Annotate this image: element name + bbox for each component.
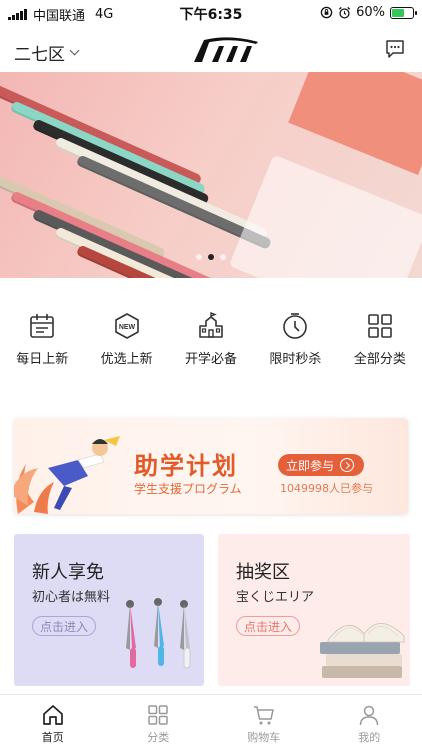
tab-profile[interactable]: 我的 [317, 695, 422, 750]
tab-label: 购物车 [247, 731, 281, 744]
category-label: 全部分类 [353, 352, 406, 367]
newcomer-free-card[interactable]: 新人享免 初心者は無料 点击进入 [14, 534, 204, 686]
category-selected-new[interactable]: NEW 优选上新 [84, 312, 168, 372]
category-shortcuts: 每日上新 NEW 优选上新 开学必备 限时秒杀 全部分类 [0, 312, 422, 372]
tab-cart[interactable]: 购物车 [211, 695, 317, 750]
study-plan-banner[interactable]: 助学计划 学生支援プログラム 立即参与 1049998人已参与 [14, 418, 408, 514]
rotation-lock-icon [320, 6, 333, 19]
join-now-label: 立即参与 [286, 458, 335, 473]
category-label: 限时秒杀 [269, 352, 322, 367]
books-image [320, 623, 405, 678]
grid-icon [368, 314, 392, 338]
home-screen: 中国联通 4G 下午6:35 60% 二七区 每日上新 NEW 优选上新 开学必… [0, 0, 422, 750]
status-right: 60% [320, 5, 417, 20]
category-school-essentials[interactable]: 开学必备 [169, 312, 253, 372]
card-title: 新人享免 [32, 562, 104, 583]
category-all[interactable]: 全部分类 [338, 312, 422, 372]
battery-icon [390, 6, 417, 19]
home-icon [42, 705, 63, 725]
category-label: 开学必备 [185, 352, 238, 367]
category-label: 每日上新 [16, 352, 69, 367]
join-now-button[interactable]: 立即参与 [278, 454, 364, 476]
category-daily-new[interactable]: 每日上新 [0, 312, 84, 372]
carousel-dot[interactable] [196, 254, 202, 260]
tab-label: 我的 [358, 731, 381, 744]
participant-count: 1049998人已参与 [280, 482, 373, 495]
battery-percent: 60% [356, 5, 385, 20]
new-badge-icon: NEW [114, 313, 139, 339]
card-subtitle: 初心者は無料 [32, 590, 111, 605]
tab-label: 分类 [147, 731, 170, 744]
calendar-icon [30, 314, 55, 338]
card-title: 抽奖区 [236, 562, 290, 583]
location-label: 二七区 [14, 45, 65, 65]
tab-category[interactable]: 分类 [106, 695, 212, 750]
carousel-dot[interactable] [220, 254, 226, 260]
lottery-card[interactable]: 抽奖区 宝くじエリア 点击进入 [218, 534, 410, 686]
carousel-dot[interactable] [208, 254, 214, 260]
card-subtitle: 宝くじエリア [236, 590, 315, 605]
enter-button[interactable]: 点击进入 [32, 616, 96, 636]
app-header: 二七区 [0, 26, 422, 72]
bottom-tab-bar: 首页 分类 购物车 我的 [0, 694, 422, 750]
category-label: 优选上新 [100, 352, 153, 367]
category-flash-sale[interactable]: 限时秒杀 [253, 312, 337, 372]
status-bar: 中国联通 4G 下午6:35 60% [0, 0, 422, 26]
arrow-right-circle-icon [340, 458, 355, 472]
brand-logo [194, 37, 258, 62]
promo-banner-carousel[interactable] [0, 72, 422, 278]
alarm-icon [339, 6, 351, 19]
study-plan-subtitle: 学生支援プログラム [134, 482, 242, 496]
svg-text:NEW: NEW [118, 324, 135, 331]
carousel-indicator [0, 254, 422, 260]
user-icon [360, 705, 379, 726]
banner-product-box [288, 72, 422, 175]
tab-label: 首页 [41, 731, 64, 744]
compass-product-image [126, 598, 191, 669]
chevron-down-icon [69, 45, 80, 56]
category-grid-icon [148, 705, 168, 725]
location-selector[interactable]: 二七区 [14, 40, 80, 65]
timer-icon [283, 313, 308, 339]
chat-bubble-icon[interactable] [384, 38, 406, 60]
student-illustration [14, 436, 120, 514]
tab-home[interactable]: 首页 [0, 695, 106, 750]
study-plan-title: 助学计划 [134, 452, 238, 480]
school-icon [199, 312, 223, 338]
enter-button[interactable]: 点击进入 [236, 616, 300, 636]
cart-icon [253, 706, 274, 725]
